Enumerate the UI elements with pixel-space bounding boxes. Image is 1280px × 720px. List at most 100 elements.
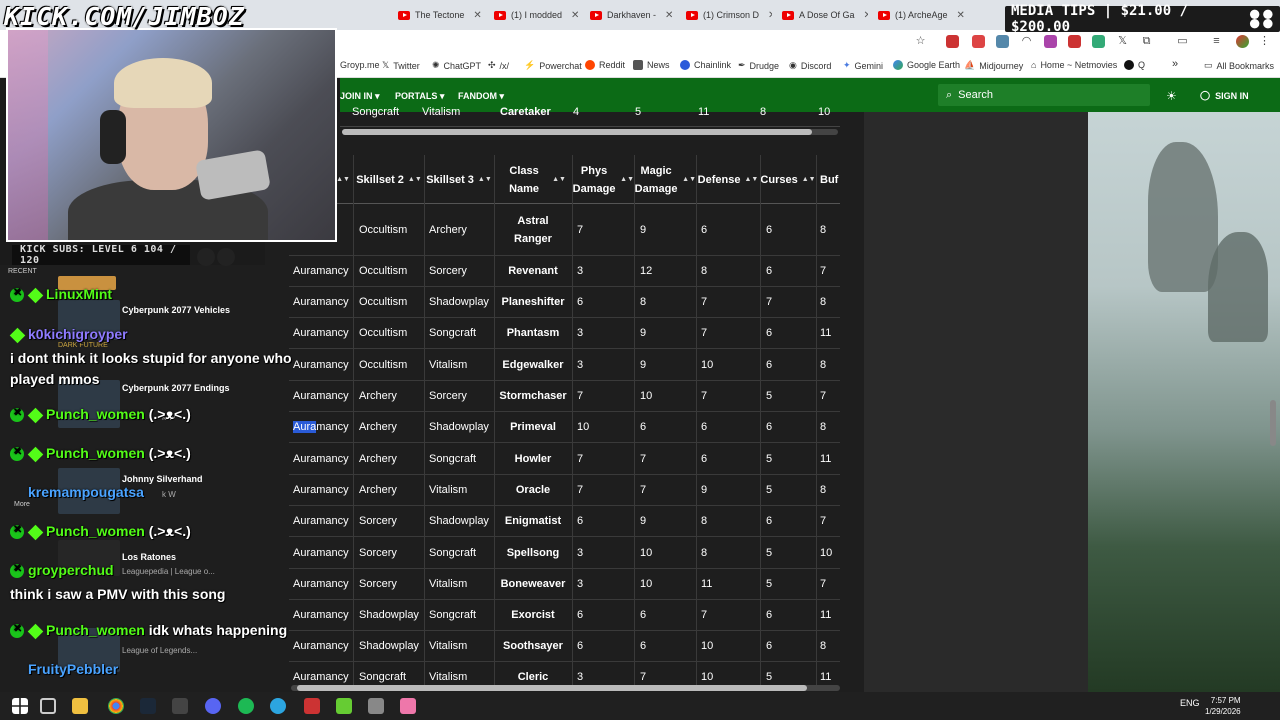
search-input[interactable]: ⌕ Search xyxy=(938,84,1150,106)
close-icon[interactable]: ✕ xyxy=(473,10,481,21)
windows-start-icon[interactable] xyxy=(12,698,28,714)
browser-tab[interactable]: A Dose Of Ga ✕ xyxy=(782,3,868,27)
close-icon[interactable]: ✕ xyxy=(665,10,673,21)
reddit-icon xyxy=(585,60,595,70)
table-hscroll[interactable] xyxy=(342,129,838,135)
header-class-name[interactable]: Class Name ▲▼ xyxy=(494,155,572,204)
puzzle-icon[interactable]: ⧉ xyxy=(1140,35,1153,48)
app-icon[interactable] xyxy=(368,698,384,714)
nav-portals[interactable]: PORTALS ▾ xyxy=(395,91,444,102)
app-icon[interactable] xyxy=(304,698,320,714)
table-row: Auramancy Occultism Songcraft Phantasm 3 9 7 6 1… xyxy=(289,318,840,349)
steam-icon[interactable] xyxy=(140,698,156,714)
extension-icon[interactable] xyxy=(1044,35,1057,48)
close-icon[interactable]: ✕ xyxy=(957,10,964,21)
table-cell-magic: 9 xyxy=(640,223,647,236)
cast-icon[interactable]: ▭ xyxy=(1176,35,1189,48)
table-cell-cls: Astral Ranger xyxy=(514,214,552,245)
chat-message: Punch_women idk whats happening xyxy=(10,622,287,640)
extension-icon[interactable] xyxy=(946,35,959,48)
more-vert-icon[interactable]: ⋮ xyxy=(1258,35,1271,48)
browser-tab[interactable]: (1) ArcheAge ✕ xyxy=(878,3,964,27)
nav-fandom[interactable]: FANDOM ▾ xyxy=(458,91,504,102)
more-bookmarks-button[interactable]: » xyxy=(1172,58,1178,70)
language-indicator[interactable]: ENG xyxy=(1180,698,1200,708)
table-cell-s2: Archery xyxy=(359,484,397,496)
theme-toggle-icon[interactable]: ☀ xyxy=(1166,89,1177,103)
bookmark-drudge[interactable]: ✒ Drudge xyxy=(738,60,779,71)
table-cell-def: 7 xyxy=(701,327,708,339)
bookmark-groyp[interactable]: Groyp.me xyxy=(340,60,380,70)
bookmark-chatgpt[interactable]: ✺ ChatGPT xyxy=(432,60,481,71)
app-icon[interactable] xyxy=(400,698,416,714)
table-cell-phys: 3 xyxy=(577,578,584,590)
sub-badge-icon xyxy=(27,407,44,424)
browser-tab[interactable]: (1) I modded ✕ xyxy=(494,3,580,27)
bookmark-google-earth[interactable]: Google Earth xyxy=(893,60,960,70)
browser-tab[interactable]: (1) Crimson D✕ xyxy=(686,3,772,27)
header-curses[interactable]: Curses ▲▼ xyxy=(760,155,816,204)
bookmark-discord[interactable]: ◉ Discord xyxy=(789,60,831,71)
bookmark-reddit[interactable]: Reddit xyxy=(585,60,625,70)
browser-tab[interactable]: Darkhaven - ✕ xyxy=(590,3,676,27)
bookmark-chainlink[interactable]: Chainlink xyxy=(680,60,731,70)
table-cell-def: 8 xyxy=(701,265,708,277)
header-skillset2[interactable]: Skillset 2 ▲▼ xyxy=(354,155,424,204)
header-phys-damage[interactable]: Phys Damage ▲▼ xyxy=(572,155,634,204)
extension-icon[interactable] xyxy=(1068,35,1081,48)
table-cell-phys: 3 xyxy=(577,265,584,277)
task-view-icon[interactable] xyxy=(40,698,56,714)
sign-in-button[interactable]: ◯ SIGN IN xyxy=(1200,90,1249,101)
page-scrollbar[interactable] xyxy=(1270,400,1276,446)
discord-icon[interactable] xyxy=(205,698,221,714)
openai-icon: ✺ xyxy=(432,60,440,70)
nav-join-in[interactable]: JOIN IN ▾ xyxy=(340,91,380,102)
header-skillset3[interactable]: Skillset 3 ▲▼ xyxy=(424,155,494,204)
spotify-icon[interactable] xyxy=(238,698,254,714)
table-cell-phys: 3 xyxy=(577,358,584,371)
bookmark-news[interactable]: News xyxy=(633,60,670,70)
bookmark-gemini[interactable]: ✦ Gemini xyxy=(843,60,883,71)
bookmark-q[interactable]: Q xyxy=(1124,60,1145,70)
table-cell-buffs: 7 xyxy=(820,578,827,590)
close-icon[interactable]: ✕ xyxy=(768,10,772,21)
chainlink-icon xyxy=(680,60,690,70)
file-explorer-icon[interactable] xyxy=(72,698,88,714)
table-cell-buffs: 8 xyxy=(820,640,827,652)
header-defense[interactable]: Defense ▲▼ xyxy=(696,155,760,204)
table-cell-phys: 6 xyxy=(577,609,584,621)
wifi-icon[interactable]: ◠ xyxy=(1020,35,1033,48)
avatar[interactable] xyxy=(1236,35,1249,48)
bookmark-x[interactable]: ✣/x/ xyxy=(488,60,509,71)
app-icon[interactable] xyxy=(172,698,188,714)
clock[interactable]: 7:57 PM 1/29/2026 xyxy=(1205,695,1241,717)
browser-tab[interactable]: The Tectone ✕ xyxy=(398,3,484,27)
star-icon[interactable]: ☆ xyxy=(914,35,927,48)
bookmark-twitter[interactable]: 𝕏 Twitter xyxy=(382,60,420,71)
extension-icon[interactable] xyxy=(996,35,1009,48)
close-icon[interactable]: ✕ xyxy=(571,10,579,21)
header-magic-damage[interactable]: Magic Damage ▲▼ xyxy=(634,155,696,204)
telegram-icon[interactable] xyxy=(270,698,286,714)
bookmark-netmovies[interactable]: ⌂ Home ~ Netmovies xyxy=(1031,60,1117,70)
menu-icon[interactable]: ≡ xyxy=(1210,35,1223,48)
table-hscroll-bottom[interactable] xyxy=(291,685,840,691)
chrome-icon[interactable] xyxy=(108,698,124,714)
table-cell-phys: 6 xyxy=(577,515,584,527)
x-logo-icon[interactable]: 𝕏 xyxy=(1116,35,1129,48)
header-buffs[interactable]: Buf xyxy=(816,155,840,204)
search-icon: ⌕ xyxy=(946,88,953,101)
table-cell-def: 11 xyxy=(701,578,713,590)
table-cell-phys: 3 xyxy=(577,546,584,559)
extension-icon[interactable] xyxy=(1092,35,1105,48)
chat-message: Punch_women (.>ᴥ<.) xyxy=(10,406,191,424)
discord-icon: ◉ xyxy=(789,60,797,70)
background-image xyxy=(1088,112,1280,692)
close-icon[interactable]: ✕ xyxy=(864,10,868,21)
extension-icon[interactable] xyxy=(972,35,985,48)
bookmark-midjourney[interactable]: ⛵ Midjourney xyxy=(964,60,1023,71)
bookmark-powerchat[interactable]: ⚡ Powerchat xyxy=(524,60,582,71)
app-icon[interactable] xyxy=(336,698,352,714)
all-bookmarks-button[interactable]: ▭ All Bookmarks xyxy=(1204,60,1274,71)
table-cell-cls: Exorcist xyxy=(511,609,555,621)
